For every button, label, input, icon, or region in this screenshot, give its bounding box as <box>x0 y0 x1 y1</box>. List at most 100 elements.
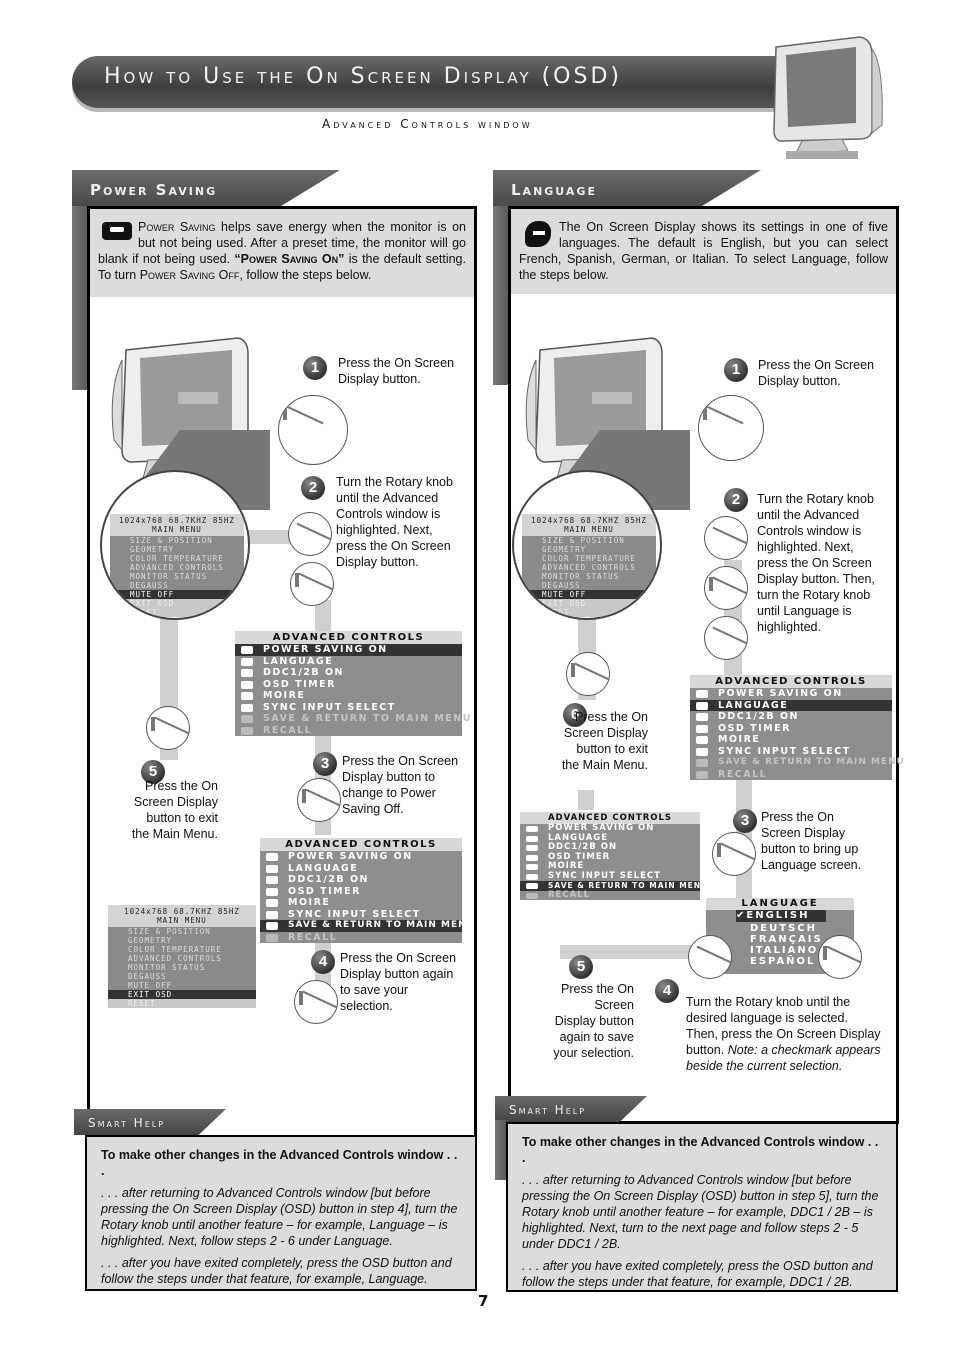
step-3-text: Press the On Screen Display button to ch… <box>342 754 459 816</box>
sync-icon <box>526 873 538 880</box>
osd-menu-item: OSD TIMER <box>260 886 462 898</box>
osd-menu-item: OSD TIMER <box>690 723 892 735</box>
osd-menu-item: GEOMETRY <box>128 936 173 945</box>
ddc-icon <box>526 845 538 851</box>
monitor-illustration <box>773 36 883 159</box>
osd-menu-item: DEGAUSS <box>130 581 169 590</box>
osd-title: MAIN MENU <box>157 916 207 925</box>
osd-menu-item: COLOR TEMPERATURE <box>128 945 222 954</box>
language-icon <box>241 657 253 666</box>
power-saving-icon <box>102 222 132 240</box>
osd-item-label: RECALL <box>263 724 313 736</box>
osd-item-label: SYNC INPUT SELECT <box>288 908 421 920</box>
sync-icon <box>696 747 708 756</box>
intro-text: The On Screen Display shows its settings… <box>519 220 888 282</box>
language-tab-label: Language <box>511 181 597 199</box>
osd-menu-item: ADVANCED CONTROLS <box>130 563 224 572</box>
osd-menu-item: LANGUAGE <box>235 656 462 668</box>
smart-help-para-2: . . . after you have exited completely, … <box>522 1259 873 1289</box>
osd-menu-item: POWER SAVING ON <box>690 688 892 700</box>
osd-menu-item: DDC1/2B ON <box>260 874 462 886</box>
smart-help-box: To make other changes in the Advanced Co… <box>506 1122 898 1292</box>
osd-button-illustration <box>290 562 334 606</box>
osd-item-label: POWER SAVING ON <box>263 644 388 655</box>
osd-item-label: SAVE & RETURN TO MAIN MENU <box>288 920 475 930</box>
osd-status: 1024x768 68.7KHZ 85HZ <box>119 516 235 525</box>
language-icon <box>526 835 538 842</box>
osd-menu-item: RECALL <box>235 725 462 737</box>
recall-icon <box>266 933 278 942</box>
osd-menu-item: MOIRE <box>690 734 892 746</box>
language-tab: Language <box>493 170 761 206</box>
language-option-label: ENGLISH <box>746 910 810 921</box>
moire-icon <box>696 736 708 744</box>
osd-title: ADVANCED CONTROLS <box>235 631 462 644</box>
osd-menu-item: ADVANCED CONTROLS <box>128 954 222 963</box>
smart-help-tab-label: Smart Help <box>509 1103 587 1117</box>
osd-button-illustration <box>698 395 764 461</box>
osd-menu-item: COLOR TEMPERATURE <box>542 554 636 563</box>
osd-item-label: MOIRE <box>263 690 306 701</box>
language-intro: The On Screen Display shows its settings… <box>511 209 896 294</box>
osd-menu-item: DDC1/2B ON <box>690 711 892 723</box>
osd-menu-item: COLOR TEMPERATURE <box>130 554 224 563</box>
osd-item-label: MOIRE <box>288 897 331 908</box>
intro-text: , follow the steps below. <box>239 268 372 282</box>
osd-menu-item: OSD TIMER <box>235 679 462 691</box>
timer-icon <box>241 680 253 689</box>
osd-item-label: SAVE & RETURN TO MAIN MENU <box>718 757 905 767</box>
osd-item-label: LANGUAGE <box>718 699 789 711</box>
page-number: 7 <box>478 1292 489 1310</box>
power-saving-icon <box>241 646 253 654</box>
intro-default: “Power Saving On” <box>234 252 345 266</box>
osd-menu-item-selected: MUTE OFF <box>110 590 244 599</box>
osd-item-label: RECALL <box>548 889 591 900</box>
power-saving-intro: Power Saving helps save energy when the … <box>90 209 474 297</box>
step-5-text: Press the On Screen Display button again… <box>553 982 634 1060</box>
osd-item-label: SYNC INPUT SELECT <box>548 870 661 881</box>
osd-title: MAIN MENU <box>564 525 614 534</box>
osd-item-label: DDC1/2B ON <box>263 667 345 678</box>
osd-menu-item: RESET <box>522 608 656 617</box>
power-saving-tab-label: Power Saving <box>90 181 218 199</box>
osd-menu-item: SAVE & RETURN TO MAIN MENU <box>690 757 904 769</box>
main-menu-magnifier: 1024x768 68.7KHZ 85HZ MAIN MENU SIZE & PO… <box>100 470 250 620</box>
osd-menu-item: MUTE OFF <box>128 981 173 990</box>
step-3-text: Press the On Screen Display button to br… <box>761 810 862 872</box>
recall-icon <box>696 770 708 779</box>
osd-menu-item: SYNC INPUT SELECT <box>235 702 462 714</box>
osd-item-label: RECALL <box>288 931 338 943</box>
osd-title: ADVANCED CONTROLS <box>690 675 892 688</box>
intro-term: Power Saving <box>138 220 216 234</box>
recall-icon <box>241 726 253 735</box>
language-icon <box>266 864 278 873</box>
step-4-text: Turn the Rotary knob until the desired l… <box>686 994 882 1074</box>
osd-menu-item: DDC1/2B ON <box>235 667 462 679</box>
smart-help-para-1: . . . after returning to Advanced Contro… <box>101 1186 458 1248</box>
step-number-2: 2 <box>724 488 748 512</box>
osd-menu-item: SIZE & POSITION <box>130 536 213 545</box>
main-menu-osd: 1024x768 68.7KHZ 85HZ MAIN MENU SIZE & PO… <box>110 514 244 617</box>
advanced-controls-osd: ADVANCED CONTROLS POWER SAVING ON LANGUA… <box>690 675 904 780</box>
osd-menu-item: MOIRE <box>260 897 462 909</box>
osd-button-illustration <box>566 652 610 696</box>
osd-item-label: OSD TIMER <box>718 722 791 734</box>
step-1-text: Press the On Screen Display button. <box>758 358 875 388</box>
step-4-text: Press the On Screen Display button again… <box>340 951 457 1013</box>
osd-status: 1024x768 68.7KHZ 85HZ <box>124 907 240 916</box>
main-menu-osd: 1024x768 68.7KHZ 85HZ MAIN MENU SIZE & PO… <box>522 514 656 617</box>
osd-menu-item-selected: LANGUAGE <box>690 699 892 711</box>
osd-title: MAIN MENU <box>152 525 202 534</box>
osd-menu-item: DDC1/2B ON <box>520 842 700 853</box>
osd-menu-item: MONITOR STATUS <box>130 572 208 581</box>
osd-item-label: POWER SAVING ON <box>718 688 843 699</box>
smart-help-tab-label: Smart Help <box>88 1116 166 1130</box>
osd-item-label: SAVE & RETURN TO MAIN MENU <box>263 713 472 724</box>
osd-menu-item: EXIT OSD <box>110 599 244 608</box>
osd-item-label: POWER SAVING ON <box>288 851 413 862</box>
smart-help-heading: To make other changes in the Advanced Co… <box>101 1148 458 1178</box>
timer-icon <box>266 887 278 896</box>
power-saving-tab: Power Saving <box>72 170 340 206</box>
osd-menu-item-selected: SAVE & RETURN TO MAIN MENU <box>520 881 707 891</box>
smart-help-heading: To make other changes in the Advanced Co… <box>522 1135 879 1165</box>
